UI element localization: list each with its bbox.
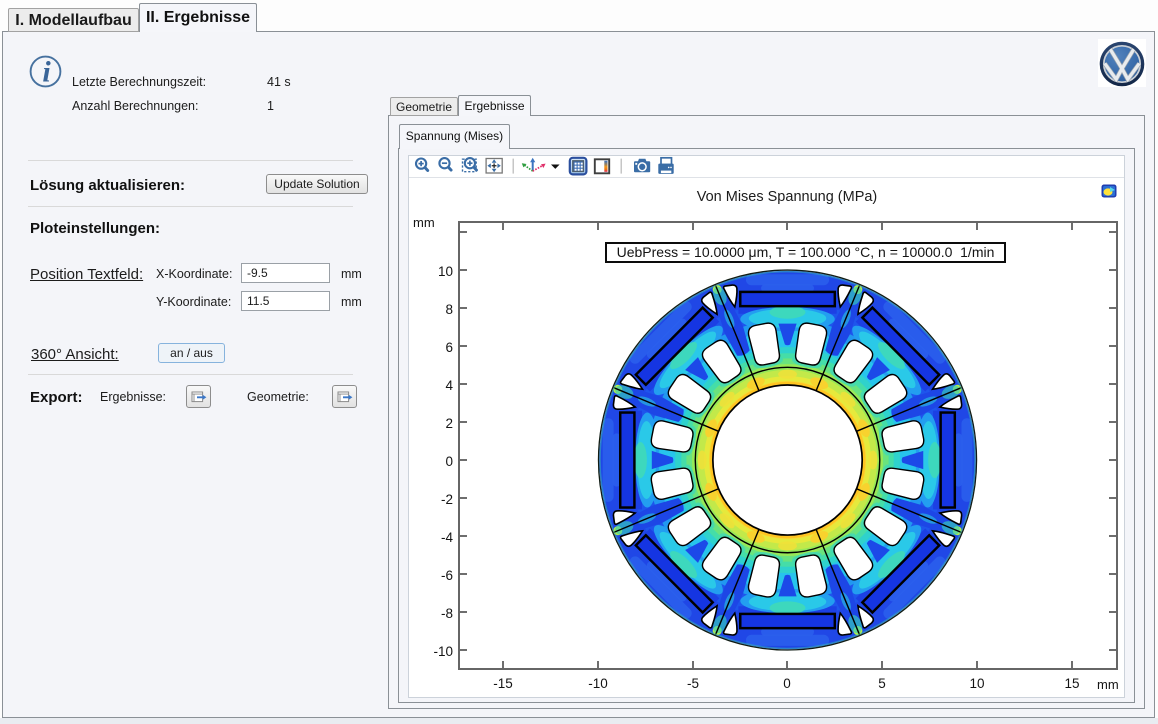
svg-text:i: i [42,56,51,89]
